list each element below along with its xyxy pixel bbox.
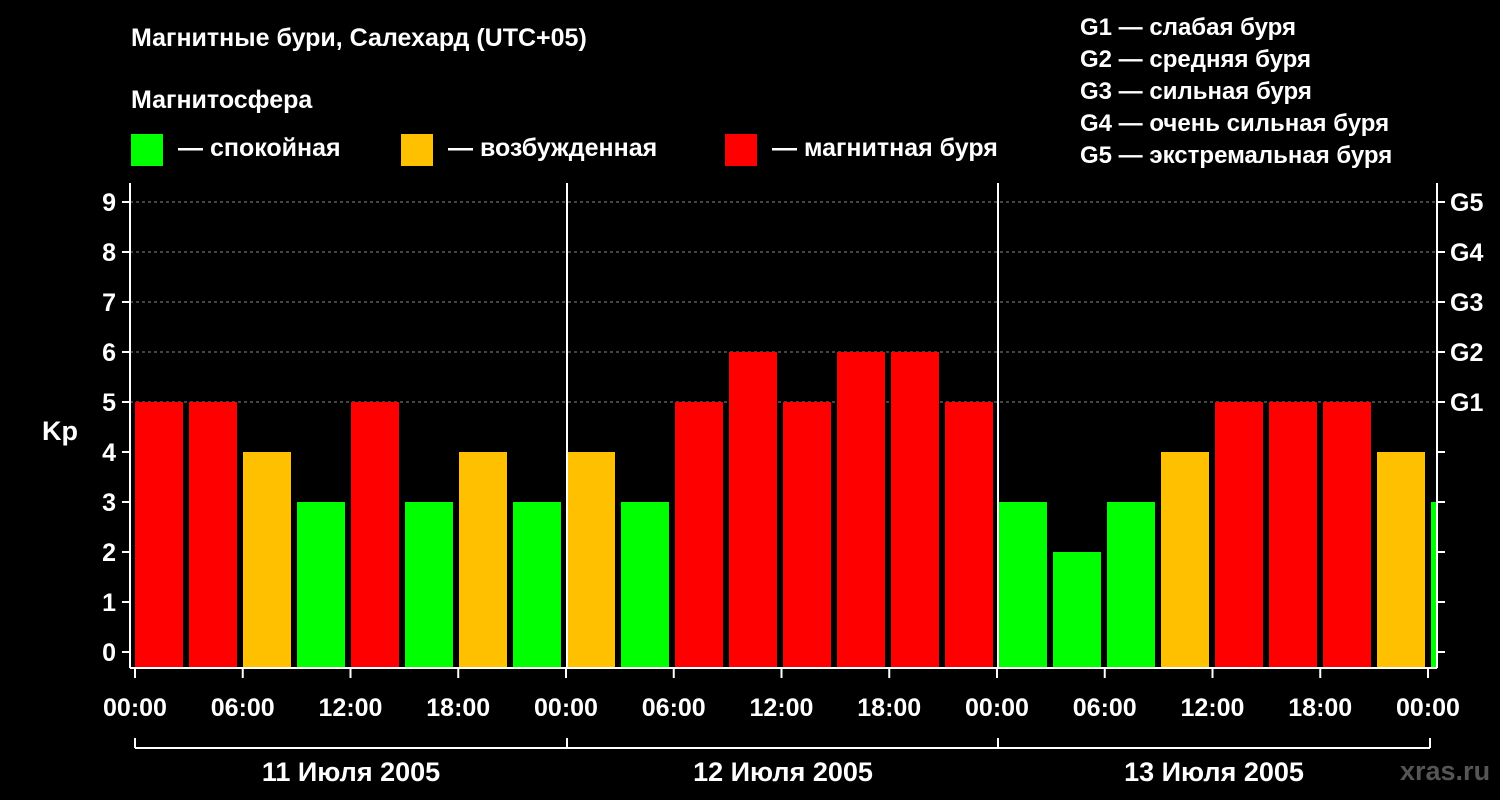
kp-bar (1215, 402, 1263, 668)
storm-level-label: G2 (1450, 339, 1483, 367)
y-tick-label: 3 (102, 489, 116, 517)
watermark: xras.ru (1400, 756, 1491, 786)
kp-bar (189, 402, 237, 668)
y-tick-label: 6 (102, 339, 116, 367)
storm-level-label: G5 (1450, 189, 1483, 217)
x-tick-label: 18:00 (1288, 694, 1352, 722)
kp-bar (1323, 402, 1371, 668)
kp-bar (1377, 452, 1425, 668)
x-tick-label: 18:00 (426, 694, 490, 722)
x-tick-label: 00:00 (965, 694, 1029, 722)
y-tick-label: 1 (102, 589, 116, 617)
y-axis-label: Kp (42, 416, 78, 446)
kp-bar (1269, 402, 1317, 668)
kp-bar (1107, 502, 1155, 668)
kp-bar (243, 452, 291, 668)
x-tick-label: 06:00 (642, 694, 706, 722)
x-tick-label: 12:00 (1181, 694, 1245, 722)
kp-bar (1161, 452, 1209, 668)
day-label: 13 Июля 2005 (1124, 757, 1304, 787)
kp-bar (351, 402, 399, 668)
kp-bar (891, 352, 939, 668)
kp-bar (567, 452, 615, 668)
x-tick-label: 00:00 (1396, 694, 1460, 722)
y-tick-label: 9 (102, 189, 116, 217)
x-tick-label: 12:00 (319, 694, 383, 722)
kp-bar (1053, 552, 1101, 668)
y-tick-label: 4 (102, 439, 116, 467)
y-tick-label: 5 (102, 389, 116, 417)
kp-bar (783, 402, 831, 668)
x-tick-label: 06:00 (211, 694, 275, 722)
x-tick-label: 00:00 (103, 694, 167, 722)
y-tick-label: 8 (102, 239, 116, 267)
y-tick-label: 0 (102, 639, 116, 667)
kp-bar (621, 502, 669, 668)
storm-level-label: G4 (1450, 239, 1483, 267)
y-tick-label: 2 (102, 539, 116, 567)
kp-bar (837, 352, 885, 668)
x-tick-label: 06:00 (1073, 694, 1137, 722)
kp-bar (297, 502, 345, 668)
kp-bar (459, 452, 507, 668)
y-tick-label: 7 (102, 289, 116, 317)
kp-bar (999, 502, 1047, 668)
x-tick-label: 18:00 (857, 694, 921, 722)
x-tick-label: 00:00 (534, 694, 598, 722)
kp-bar (945, 402, 993, 668)
kp-bar (729, 352, 777, 668)
storm-level-label: G3 (1450, 289, 1483, 317)
kp-bar (513, 502, 561, 668)
x-tick-label: 12:00 (750, 694, 814, 722)
storm-level-label: G1 (1450, 389, 1483, 417)
kp-bar (135, 402, 183, 668)
day-label: 12 Июля 2005 (693, 757, 873, 787)
kp-bar (405, 502, 453, 668)
day-label: 11 Июля 2005 (262, 757, 440, 787)
kp-chart: 0 1 2 3 4 5 6 7 8 9 G1 G2 G3 G4 G5 Kp 00:00 06:00 12:00 18:… (42, 183, 1483, 787)
kp-bar (1431, 502, 1437, 668)
kp-bar (675, 402, 723, 668)
